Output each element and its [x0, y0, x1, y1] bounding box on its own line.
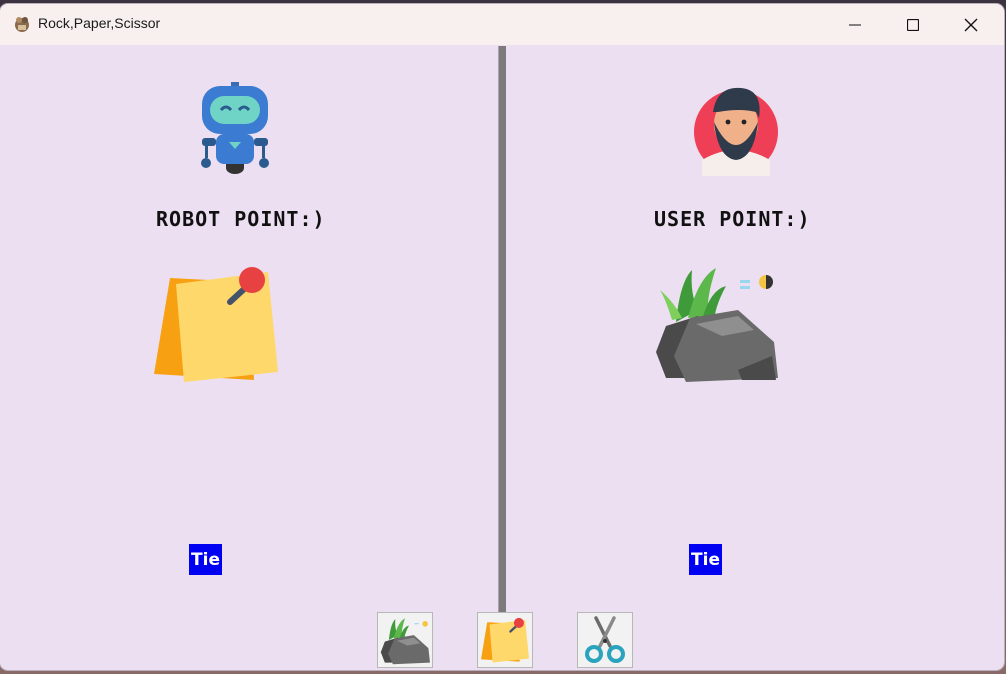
rock-button[interactable] [377, 612, 433, 668]
app-icon [15, 17, 29, 32]
user-result-badge: Tie [689, 544, 722, 575]
maximize-button[interactable] [884, 4, 942, 45]
paper-button[interactable] [477, 612, 533, 668]
user-score-label: USER POINT:) [654, 207, 811, 231]
panel-divider [498, 46, 506, 612]
rock-icon [656, 268, 778, 382]
maximize-icon [907, 18, 919, 31]
scissor-button[interactable] [577, 612, 633, 668]
rock-icon [380, 618, 430, 665]
robot-icon [201, 82, 269, 174]
app-window: Rock,Paper,Scissor ROBOT POINT:) Tie USE… [0, 4, 1004, 670]
close-icon [964, 18, 978, 31]
paper-icon [154, 267, 278, 382]
close-button[interactable] [942, 4, 1000, 45]
minimize-button[interactable] [826, 4, 884, 45]
scissors-icon [585, 616, 625, 663]
user-avatar-icon [694, 87, 778, 176]
minimize-icon [849, 24, 861, 25]
robot-score-label: ROBOT POINT:) [156, 207, 326, 231]
window-title: Rock,Paper,Scissor [38, 15, 161, 31]
robot-result-badge: Tie [189, 544, 222, 575]
paper-icon [481, 617, 529, 663]
title-bar: Rock,Paper,Scissor [0, 4, 1004, 45]
